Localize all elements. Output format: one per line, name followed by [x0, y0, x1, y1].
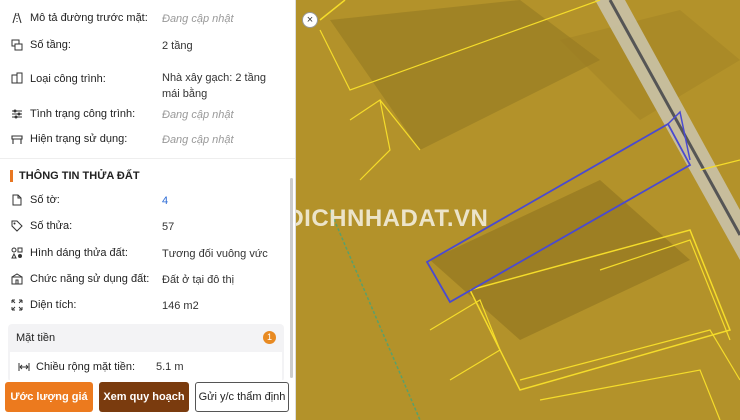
frontage-row: Chiều rộng mặt tiền: 5.1 m: [10, 352, 282, 382]
estimate-price-button[interactable]: Ước lượng giá: [5, 382, 93, 412]
row-label: Số tờ:: [30, 194, 60, 206]
row-value: Tương đối vuông vức: [162, 248, 268, 260]
row-label: Loại công trình:: [30, 73, 106, 85]
tag-icon: [10, 219, 24, 233]
info-row-floors: Số tầng: 2 tầng: [10, 38, 283, 54]
row-value: Đang cập nhật: [162, 109, 234, 121]
panel-scrollbar[interactable]: [290, 178, 293, 378]
row-value: Nhà xây gạch: 2 tầng mái bằng: [162, 72, 266, 100]
floors-icon: [10, 38, 24, 52]
view-plan-button[interactable]: Xem quy hoạch: [99, 382, 189, 412]
info-row-road: Mô tả đường trước mặt: Đang cập nhật: [10, 11, 283, 27]
info-row-sheet: Số tờ: 4: [10, 193, 283, 209]
row-label: Số thửa:: [30, 220, 73, 232]
row-label: Chức năng sử dụng đất:: [30, 273, 150, 285]
info-row-shape: Hình dáng thửa đất: Tương đối vuông vức: [10, 246, 283, 262]
row-value: Đất ở tại đô thị: [162, 274, 235, 286]
row-value: 2 tầng: [162, 40, 193, 52]
document-icon: [10, 193, 24, 207]
row-value: 146 m2: [162, 300, 199, 312]
road-icon: [10, 11, 24, 25]
row-label: Diện tích:: [30, 299, 77, 311]
frontage-label: Chiều rộng mặt tiền:: [36, 361, 136, 373]
info-row-parcel: Số thửa: 57: [10, 219, 283, 235]
divider: [0, 158, 295, 159]
row-value: Đang cập nhật: [162, 134, 234, 146]
action-bar: Ước lượng giá Xem quy hoạch Gửi y/c thẩm…: [0, 380, 295, 420]
frontage-card[interactable]: Mặt tiền 1 Chiều rộng mặt tiền: 5.1 m: [8, 324, 284, 382]
section-accent-bar: [10, 170, 13, 182]
width-icon: [18, 362, 32, 372]
frontage-count-badge: 1: [263, 331, 276, 344]
row-label: Tình trạng công trình:: [30, 108, 136, 120]
row-value: 4: [162, 195, 169, 207]
row-label: Mô tả đường trước mặt:: [30, 12, 148, 24]
close-button[interactable]: ×: [302, 12, 318, 28]
shape-icon: [10, 246, 24, 260]
row-label: Hình dáng thửa đất:: [30, 247, 128, 259]
area-icon: [10, 298, 24, 312]
sliders-icon: [10, 107, 24, 121]
info-row-function: Chức năng sử dụng đất: Đất ở tại đô thị: [10, 272, 283, 288]
frontage-value: 5.1 m: [156, 361, 184, 373]
info-row-usage: Hiện trạng sử dụng: Đang cập nhật: [10, 132, 283, 148]
row-value: Đang cập nhật: [162, 13, 234, 25]
section-title-text: THÔNG TIN THỬA ĐẤT: [19, 170, 140, 182]
building-icon: [10, 71, 24, 85]
row-label: Số tầng:: [30, 39, 71, 51]
property-panel: Mô tả đường trước mặt: Đang cập nhật Số …: [0, 0, 296, 420]
row-label: Hiện trạng sử dụng:: [30, 133, 128, 145]
frontage-title: Mặt tiền: [16, 332, 56, 344]
section-title-land: THÔNG TIN THỬA ĐẤT: [10, 170, 140, 182]
info-row-area: Diện tích: 146 m2: [10, 298, 283, 314]
request-appraisal-button[interactable]: Gửi y/c thẩm định: [195, 382, 289, 412]
row-value: 57: [162, 221, 175, 233]
usage-icon: [10, 132, 24, 146]
info-row-condition: Tình trạng công trình: Đang cập nhật: [10, 107, 283, 123]
info-row-building-type: Loại công trình: Nhà xây gạch: 2 tầng má…: [10, 70, 283, 102]
function-icon: [10, 272, 24, 286]
